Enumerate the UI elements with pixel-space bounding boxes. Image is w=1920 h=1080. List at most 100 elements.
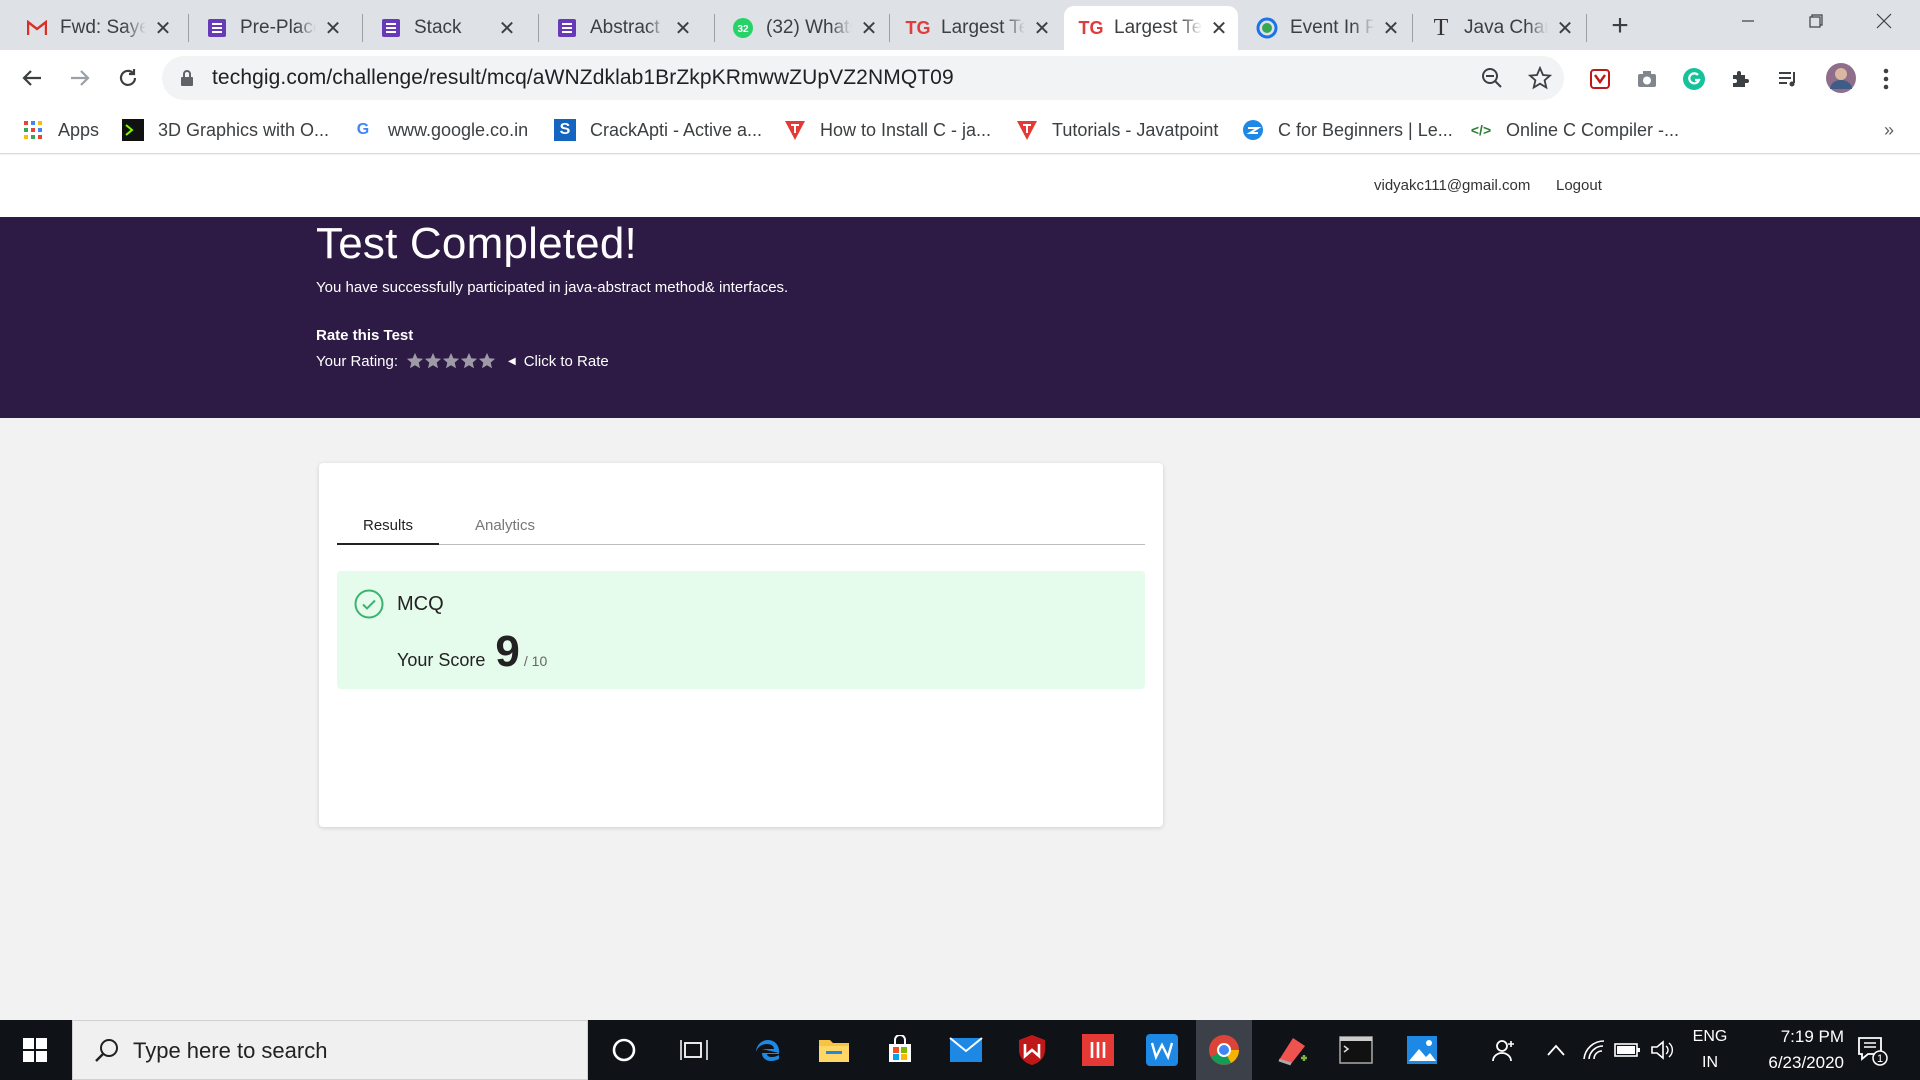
bookmark-apps[interactable]: Apps: [22, 114, 99, 146]
close-icon[interactable]: ✕: [1031, 17, 1053, 40]
rating-stars[interactable]: [406, 352, 496, 370]
mcq-score-panel: MCQ Your Score 9 / 10: [337, 571, 1145, 689]
tab-analytics[interactable]: Analytics: [455, 515, 555, 545]
browser-tab-active[interactable]: TG Largest Tech ✕: [1064, 6, 1238, 50]
result-hero-banner: Test Completed! You have successfully pa…: [0, 217, 1920, 418]
app-red-icon[interactable]: [1080, 1032, 1116, 1068]
bookmark-item[interactable]: How to Install C - ja...: [784, 114, 991, 146]
close-window-icon[interactable]: [1856, 0, 1912, 42]
star-icon[interactable]: [460, 352, 478, 370]
t-icon: T: [1433, 14, 1449, 41]
browser-tab[interactable]: Stack ✕: [364, 6, 526, 50]
techgig-icon: TG: [905, 17, 931, 38]
svg-text:32: 32: [737, 24, 749, 35]
taskbar-search-input[interactable]: Type here to search: [72, 1020, 588, 1080]
tab-divider: [1586, 14, 1587, 42]
click-to-rate-label: Click to Rate: [523, 352, 609, 370]
tab-title: (32) WhatsApp: [766, 17, 852, 38]
new-tab-button[interactable]: +: [1603, 10, 1637, 44]
star-icon[interactable]: [424, 352, 442, 370]
search-placeholder: Type here to search: [133, 1038, 328, 1063]
edge-icon[interactable]: [750, 1032, 786, 1068]
close-icon[interactable]: ✕: [1380, 17, 1402, 40]
wifi-icon[interactable]: [1576, 1032, 1612, 1068]
address-bar[interactable]: techgig.com/challenge/result/mcq/aWNZdkl…: [162, 56, 1564, 100]
paint-icon[interactable]: [1274, 1032, 1310, 1068]
browser-tab[interactable]: Pre-Placement ✕: [190, 6, 352, 50]
mcafee-icon[interactable]: [1014, 1032, 1050, 1068]
microsoft-store-icon[interactable]: [882, 1032, 918, 1068]
language-indicator[interactable]: ENG IN: [1688, 1024, 1732, 1076]
photos-icon[interactable]: [1404, 1032, 1440, 1068]
bookmarks-overflow-button[interactable]: »: [1884, 120, 1894, 141]
bookmark-label: How to Install C - ja...: [820, 119, 992, 140]
techgig-icon: TG: [1078, 17, 1104, 38]
chrome-taskbar-icon[interactable]: [1196, 1020, 1252, 1080]
notification-center-icon[interactable]: 1: [1856, 1034, 1888, 1066]
browser-tab[interactable]: Fwd: Sayed ✕: [10, 6, 182, 50]
bookmarks-bar: Apps 3D Graphics with O... G www.google.…: [0, 106, 1920, 154]
close-icon[interactable]: ✕: [1208, 17, 1230, 40]
bookmark-item[interactable]: G www.google.co.in: [352, 114, 528, 146]
mail-icon[interactable]: [948, 1032, 984, 1068]
close-icon[interactable]: ✕: [152, 17, 174, 40]
back-button[interactable]: [14, 60, 50, 96]
forms-icon: [380, 17, 402, 39]
star-icon[interactable]: [478, 352, 496, 370]
close-icon[interactable]: ✕: [1554, 17, 1576, 40]
chrome-menu-icon[interactable]: [1872, 65, 1900, 93]
media-control-icon[interactable]: [1774, 65, 1802, 93]
reload-button[interactable]: [110, 60, 146, 96]
profile-avatar[interactable]: [1824, 61, 1858, 95]
gmail-icon: [26, 17, 48, 39]
score-value: 9: [495, 627, 520, 676]
logout-link[interactable]: Logout: [1556, 177, 1602, 194]
grammarly-icon[interactable]: [1680, 65, 1708, 93]
bookmark-label: Online C Compiler -...: [1506, 119, 1680, 140]
browser-tab[interactable]: Event In Pune ✕: [1240, 6, 1410, 50]
tab-results[interactable]: Results: [337, 515, 439, 545]
mcafee-extension-icon[interactable]: [1586, 65, 1614, 93]
close-icon[interactable]: ✕: [322, 17, 344, 40]
star-icon[interactable]: [406, 352, 424, 370]
zoom-icon[interactable]: [1478, 64, 1506, 92]
browser-tab[interactable]: TG Largest Tech ✕: [891, 6, 1061, 50]
file-explorer-icon[interactable]: [816, 1032, 852, 1068]
tab-title: Event In Pune: [1290, 17, 1374, 38]
tab-divider: [714, 14, 715, 42]
taskbar-clock[interactable]: 7:19 PM 6/23/2020: [1730, 1024, 1844, 1076]
bookmark-item[interactable]: S CrackApti - Active a...: [554, 114, 762, 146]
bookmark-item[interactable]: C for Beginners | Le...: [1242, 114, 1453, 146]
camera-extension-icon[interactable]: [1633, 65, 1661, 93]
bookmark-item[interactable]: 3D Graphics with O...: [122, 114, 329, 146]
cortana-icon[interactable]: [606, 1032, 642, 1068]
click-to-rate[interactable]: ◀ Click to Rate: [508, 353, 609, 370]
rating-row: Your Rating: ◀ Click to Rate: [316, 352, 609, 370]
bookmark-item[interactable]: </> Online C Compiler -...: [1470, 114, 1679, 146]
battery-icon[interactable]: [1610, 1032, 1646, 1068]
browser-tab[interactable]: T Java Char ✕: [1414, 6, 1584, 50]
minimize-icon[interactable]: [1720, 0, 1776, 42]
forward-button[interactable]: [62, 60, 98, 96]
wps-writer-icon[interactable]: [1144, 1032, 1180, 1068]
close-icon[interactable]: ✕: [496, 17, 518, 40]
bookmark-label: C for Beginners | Le...: [1278, 119, 1453, 140]
bookmark-item[interactable]: Tutorials - Javatpoint: [1016, 114, 1218, 146]
bookmark-star-icon[interactable]: [1526, 64, 1554, 92]
whatsapp-icon: 32: [732, 17, 754, 39]
browser-tab[interactable]: 32 (32) WhatsApp ✕: [716, 6, 888, 50]
windows-start-icon[interactable]: [0, 1020, 70, 1080]
restore-icon[interactable]: [1788, 0, 1844, 42]
extensions-puzzle-icon[interactable]: [1727, 65, 1755, 93]
close-icon[interactable]: ✕: [858, 17, 880, 40]
star-icon[interactable]: [442, 352, 460, 370]
url-text[interactable]: techgig.com/challenge/result/mcq/aWNZdkl…: [212, 66, 954, 90]
command-prompt-icon[interactable]: [1338, 1032, 1374, 1068]
volume-icon[interactable]: [1644, 1032, 1680, 1068]
chevron-up-icon[interactable]: [1538, 1032, 1574, 1068]
close-icon[interactable]: ✕: [672, 17, 694, 40]
score-max: / 10: [523, 653, 548, 669]
browser-tab[interactable]: Abstract Class ✕: [540, 6, 702, 50]
people-icon[interactable]: [1486, 1032, 1522, 1068]
task-view-icon[interactable]: [676, 1032, 712, 1068]
